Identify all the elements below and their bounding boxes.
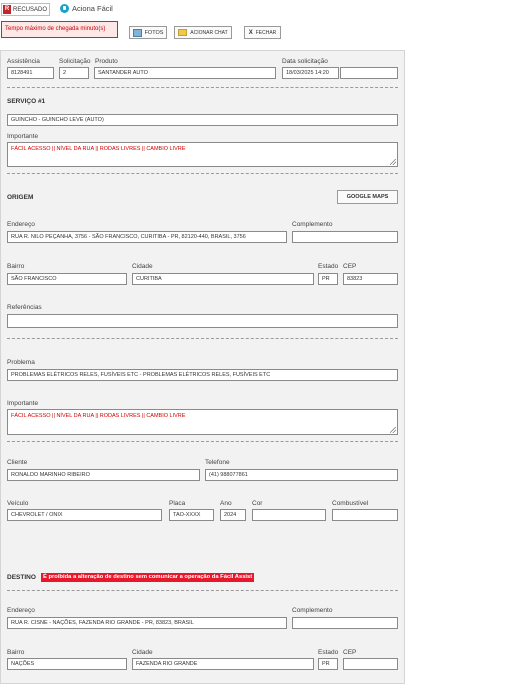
destino-endereco-label: Endereço	[7, 607, 35, 614]
origem-estado-field[interactable]: PR	[318, 273, 338, 285]
resize-grip-icon[interactable]	[390, 159, 396, 165]
data-solicitacao-label: Data solicitação	[282, 58, 328, 65]
servico-title: SERVIÇO #1	[7, 98, 46, 105]
app-name: Aciona Fácil	[72, 4, 113, 13]
cor-field[interactable]	[252, 509, 326, 521]
combustivel-label: Combustível	[332, 500, 369, 507]
divider	[7, 87, 398, 88]
close-icon: X	[248, 29, 253, 36]
origem-cep-label: CEP	[343, 263, 357, 270]
origem-bairro-label: Bairro	[7, 263, 25, 270]
origem-complemento-field[interactable]	[292, 231, 398, 243]
origem-complemento-label: Complemento	[292, 221, 333, 228]
solicitacao-label: Solicitação	[59, 58, 91, 65]
produto-label: Produto	[95, 58, 118, 65]
destino-warning: É proibida a alteração de destino sem co…	[41, 573, 255, 582]
origem-cidade-field[interactable]: CURITIBA	[132, 273, 314, 285]
google-maps-button[interactable]: GOOGLE MAPS	[337, 190, 398, 204]
origem-cidade-label: Cidade	[132, 263, 153, 270]
assistencia-label: Assistência	[7, 58, 40, 65]
photos-button[interactable]: FOTOS	[129, 26, 167, 39]
destino-bairro-field[interactable]: NAÇÕES	[7, 658, 127, 670]
origem-endereco-field[interactable]: RUA R. NILO PEÇANHA, 3756 - SÃO FRANCISC…	[7, 231, 287, 243]
divider	[7, 441, 398, 442]
origem-cep-field[interactable]: 83823	[343, 273, 398, 285]
destino-cep-field[interactable]	[343, 658, 398, 670]
origem-estado-label: Estado	[318, 263, 339, 270]
destino-complemento-label: Complemento	[292, 607, 333, 614]
app-brand: Aciona Fácil	[60, 4, 113, 13]
ano-label: Ano	[220, 500, 232, 507]
problema-importante-label: Importante	[7, 400, 39, 407]
placa-label: Placa	[169, 500, 186, 507]
referencias-label: Referências	[7, 304, 42, 311]
resize-grip-icon[interactable]	[390, 427, 396, 433]
ano-field[interactable]: 2024	[220, 509, 246, 521]
cor-label: Cor	[252, 500, 263, 507]
veiculo-field[interactable]: CHEVROLET / ONIX	[7, 509, 162, 521]
divider	[7, 338, 398, 339]
origem-endereco-label: Endereço	[7, 221, 35, 228]
destino-cep-label: CEP	[343, 649, 357, 656]
destino-bairro-label: Bairro	[7, 649, 25, 656]
telefone-label: Telefone	[205, 459, 230, 466]
assistencia-field[interactable]: 8128491	[7, 67, 54, 79]
destino-title: DESTINO	[7, 574, 36, 581]
servico-importante-label: Importante	[7, 133, 39, 140]
divider	[7, 590, 398, 591]
telefone-field[interactable]: (41) 988077861	[205, 469, 398, 481]
cliente-field[interactable]: RONALDO MARINHO RIBEIRO	[7, 469, 200, 481]
data-solicitacao-field[interactable]: 18/03/2025 14:20	[282, 67, 339, 79]
destino-cidade-label: Cidade	[132, 649, 153, 656]
solicitacao-field[interactable]: 2	[59, 67, 89, 79]
servico-importante-textarea[interactable]: FÁCIL ACESSO || NÍVEL DA RUA || RODAS LI…	[7, 142, 398, 167]
destino-cidade-field[interactable]: FAZENDA RIO GRANDE	[132, 658, 314, 670]
time-field[interactable]	[340, 67, 398, 79]
problema-label: Problema	[7, 359, 35, 366]
destino-endereco-field[interactable]: RUA R. CISNE - NAÇÕES, FAZENDA RIO GRAND…	[7, 617, 287, 629]
arrival-time-alert: Tempo máximo de chegada minuto(s)	[1, 21, 118, 38]
status-badge: R RECUSADO	[1, 3, 50, 16]
destino-complemento-field[interactable]	[292, 617, 398, 629]
problema-importante-textarea[interactable]: FÁCIL ACESSO || NÍVEL DA RUA || RODAS LI…	[7, 409, 398, 435]
destino-estado-label: Estado	[318, 649, 339, 656]
chat-button[interactable]: ACIONAR CHAT	[174, 26, 232, 39]
status-label: RECUSADO	[13, 6, 48, 13]
placa-field[interactable]: TAO-XXXX	[169, 509, 214, 521]
divider	[7, 173, 398, 174]
referencias-field[interactable]	[7, 314, 398, 328]
origem-title: ORIGEM	[7, 194, 34, 201]
chat-icon	[178, 29, 188, 36]
destino-estado-field[interactable]: PR	[318, 658, 338, 670]
aciona-facil-logo-icon	[60, 4, 69, 13]
servico-field[interactable]: GUINCHO - GUINCHO LEVE (AUTO)	[7, 114, 398, 126]
origem-bairro-field[interactable]: SÃO FRANCISCO	[7, 273, 127, 285]
veiculo-label: Veículo	[7, 500, 29, 507]
produto-field[interactable]: SANTANDER AUTO	[94, 67, 276, 79]
photos-icon	[132, 28, 142, 37]
close-button[interactable]: X FECHAR	[244, 26, 281, 39]
combustivel-field[interactable]	[332, 509, 398, 521]
recusado-icon: R	[3, 5, 11, 14]
problema-field[interactable]: PROBLEMAS ELÉTRICOS RELES, FUSÍVEIS ETC …	[7, 369, 398, 381]
cliente-label: Cliente	[7, 459, 28, 466]
